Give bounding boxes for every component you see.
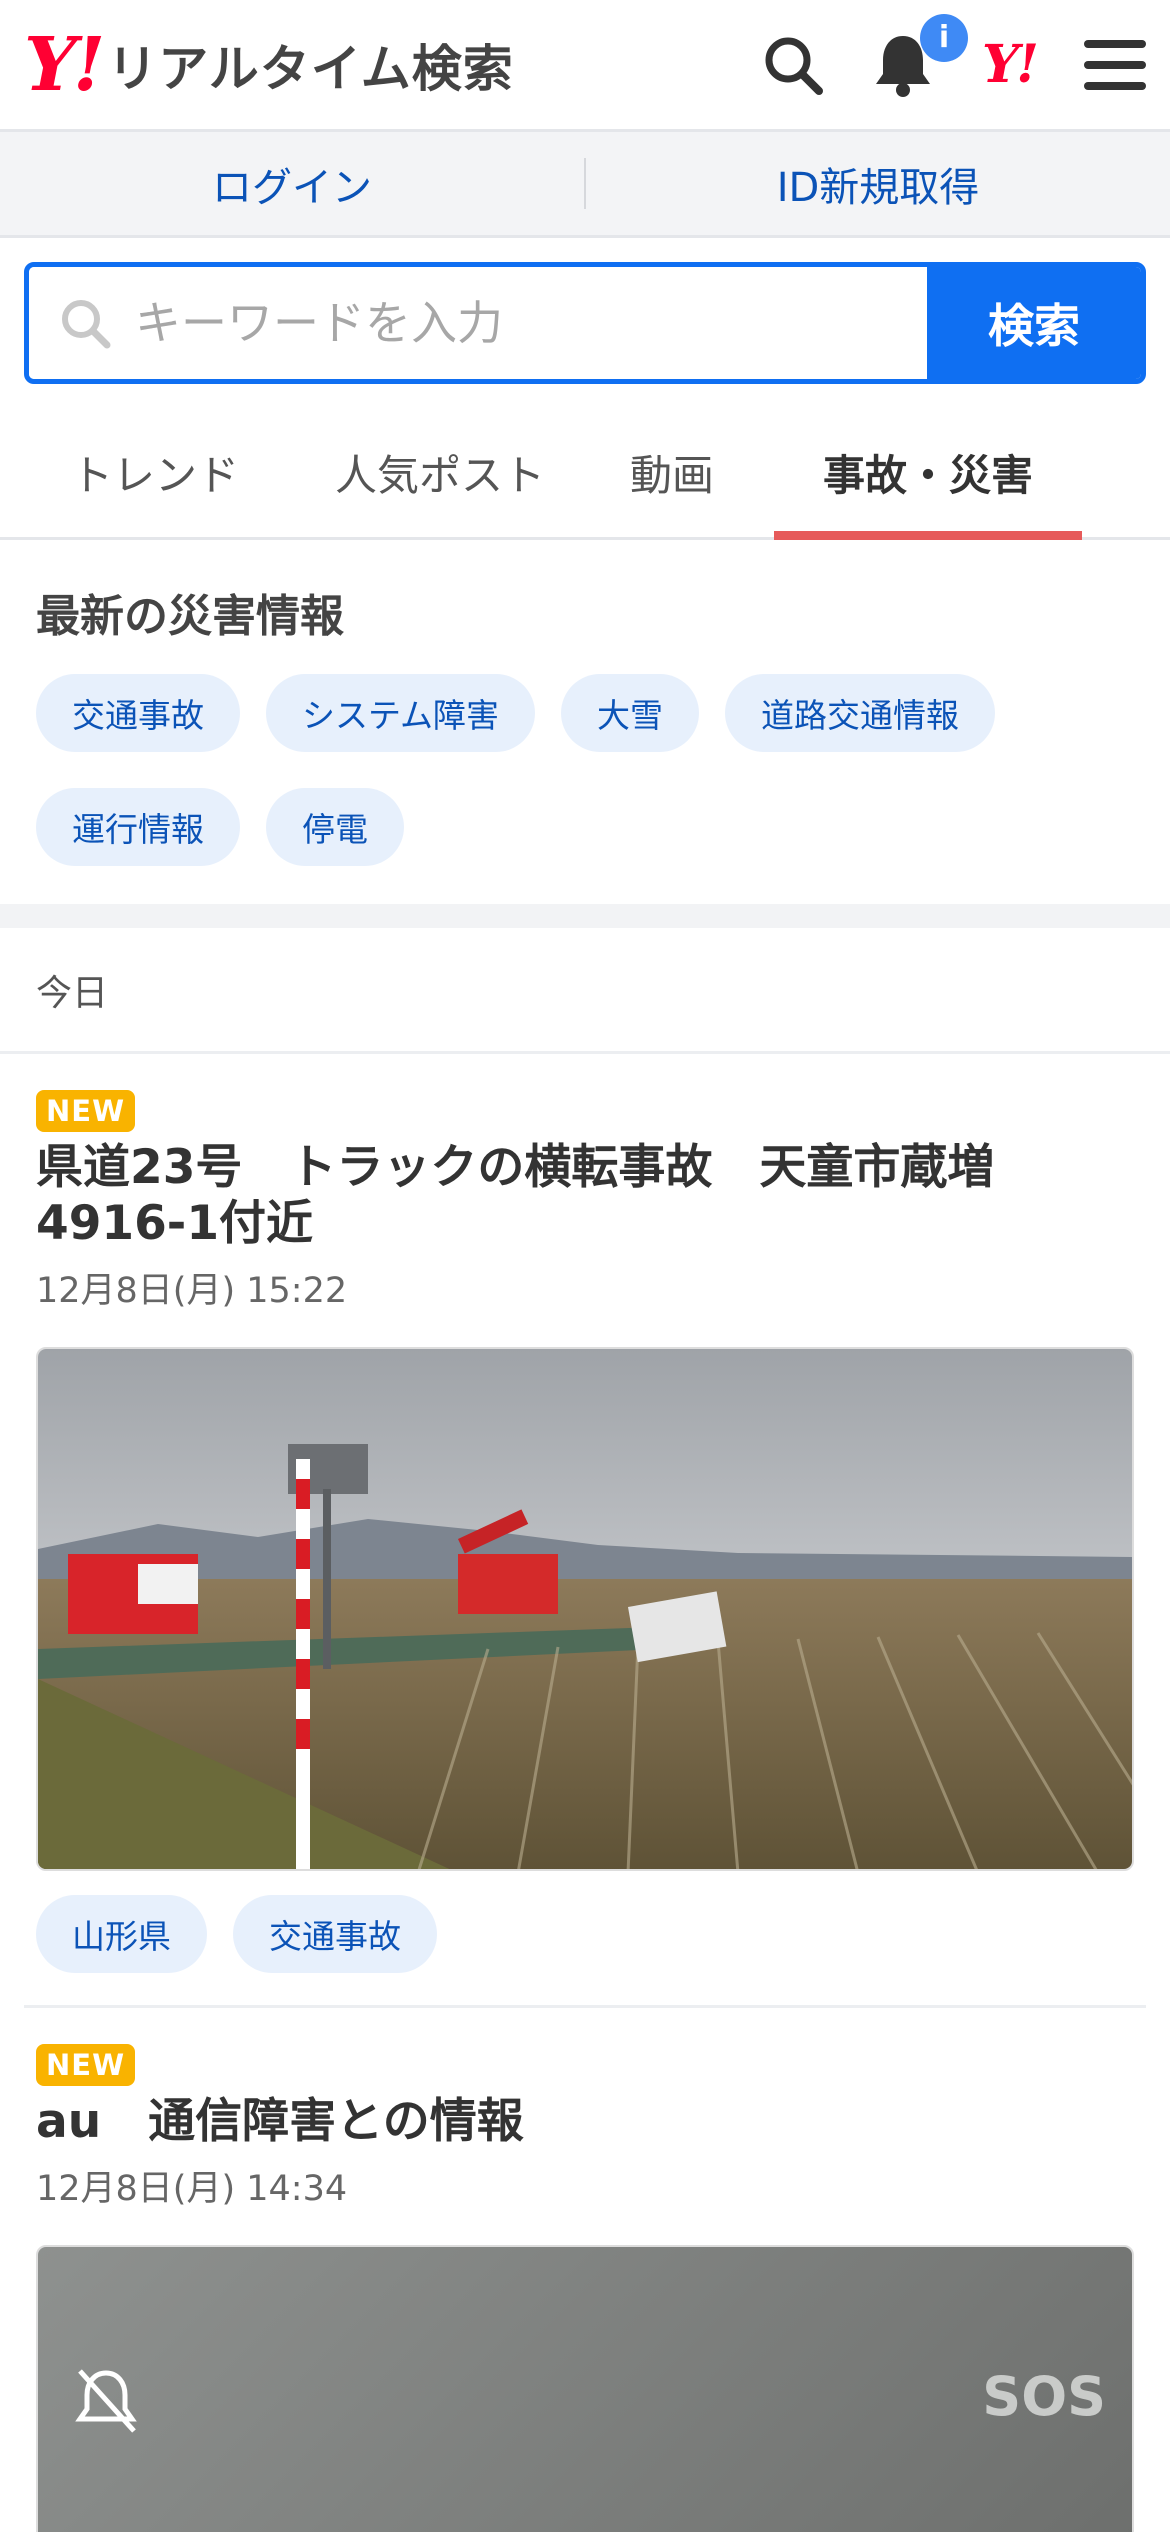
article-photo[interactable]: SOS bbox=[36, 2245, 1134, 2532]
signup-link[interactable]: ID新規取得 bbox=[586, 132, 1170, 235]
new-badge: NEW bbox=[36, 1090, 136, 1132]
login-bar: ログイン ID新規取得 bbox=[0, 132, 1170, 238]
tag-yamagata[interactable]: 山形県 bbox=[36, 1895, 207, 1973]
section-title: 最新の災害情報 bbox=[36, 591, 344, 642]
tag-traffic-accident[interactable]: 交通事故 bbox=[233, 1895, 437, 1973]
category-tabs: トレンド 人気ポスト 動画 事故・災害 bbox=[0, 384, 1170, 540]
search-button[interactable]: 検索 bbox=[927, 267, 1141, 379]
bell-icon[interactable]: i bbox=[872, 13, 969, 98]
section-separator bbox=[0, 904, 1170, 928]
notification-badge: i bbox=[920, 13, 969, 62]
yahoo-logo[interactable]: Y! リアルタイム検索 bbox=[24, 28, 514, 102]
tab-accident-disaster[interactable]: 事故・災害 bbox=[774, 407, 1082, 540]
day-label: 今日 bbox=[0, 928, 1170, 1054]
search-field-icon bbox=[62, 300, 111, 349]
article-title[interactable]: au 通信障害との情報 bbox=[36, 2094, 1134, 2150]
sos-label: SOS bbox=[982, 2365, 1106, 2428]
new-badge: NEW bbox=[36, 2044, 136, 2086]
header-actions: i Y! bbox=[762, 13, 1146, 98]
chip-traffic-accident[interactable]: 交通事故 bbox=[36, 674, 240, 752]
article-title[interactable]: 県道23号 トラックの横転事故 天童市蔵増4916-1付近 bbox=[36, 1140, 1134, 1252]
article-photo[interactable] bbox=[36, 1347, 1134, 1871]
search-icon[interactable] bbox=[762, 34, 824, 96]
disaster-chips: 交通事故 システム障害 大雪 道路交通情報 運行情報 停電 bbox=[36, 674, 1134, 866]
logo-mark: Y! bbox=[24, 21, 105, 108]
search-field bbox=[29, 267, 927, 379]
tab-popular-posts[interactable]: 人気ポスト bbox=[310, 407, 570, 537]
chip-power-outage[interactable]: 停電 bbox=[266, 788, 404, 866]
article-item[interactable]: NEW au 通信障害との情報 12月8日(月) 14:34 SOS bbox=[0, 2008, 1170, 2532]
logo-service-name: リアルタイム検索 bbox=[107, 39, 514, 98]
app-header: Y! リアルタイム検索 i Y! bbox=[0, 0, 1170, 132]
article-tags: 山形県 交通事故 bbox=[36, 1895, 1134, 1973]
chip-system-failure[interactable]: システム障害 bbox=[266, 674, 536, 752]
article-item[interactable]: NEW 県道23号 トラックの横転事故 天童市蔵増4916-1付近 12月8日(… bbox=[0, 1054, 1170, 1973]
login-link[interactable]: ログイン bbox=[0, 132, 584, 235]
yahoo-mark: Y! bbox=[982, 34, 1039, 95]
yahoo-top-link[interactable]: Y! bbox=[982, 34, 1039, 95]
search-box: 検索 bbox=[24, 262, 1146, 384]
tab-trend[interactable]: トレンド bbox=[0, 407, 310, 537]
bell-muted-icon bbox=[75, 2369, 137, 2433]
article-date: 12月8日(月) 14:34 bbox=[36, 2169, 348, 2209]
search-input[interactable] bbox=[135, 296, 835, 350]
chip-road-traffic[interactable]: 道路交通情報 bbox=[725, 674, 996, 752]
chip-service-status[interactable]: 運行情報 bbox=[36, 788, 240, 866]
chip-heavy-snow[interactable]: 大雪 bbox=[561, 674, 700, 752]
disaster-info-section: 最新の災害情報 交通事故 システム障害 大雪 道路交通情報 運行情報 停電 bbox=[0, 540, 1170, 890]
tab-video[interactable]: 動画 bbox=[570, 407, 774, 537]
article-date: 12月8日(月) 15:22 bbox=[36, 1271, 348, 1311]
menu-icon[interactable] bbox=[1084, 38, 1146, 92]
